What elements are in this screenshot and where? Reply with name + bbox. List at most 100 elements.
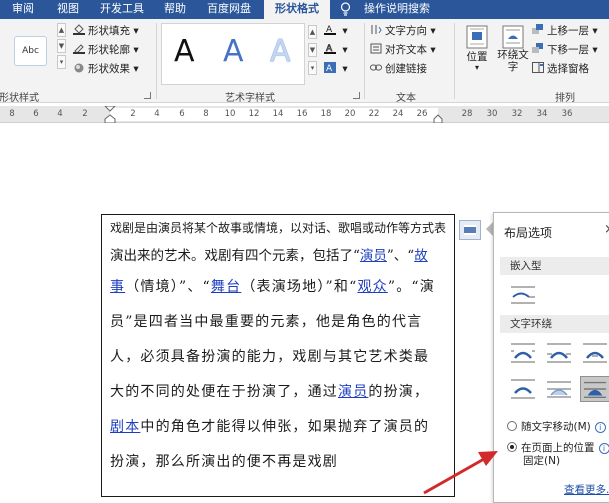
in-front-of-text-option[interactable] <box>580 376 609 402</box>
text-run: 的扮演， <box>368 384 430 400</box>
ribbon-tab-bar: 审阅 视图 开发工具 帮助 百度网盘 形状格式 操作说明搜索 <box>0 0 609 19</box>
create-link-button[interactable]: 创建链接 <box>370 62 427 77</box>
ruler-tick: 14 <box>272 109 284 119</box>
text-run: （情境）”、“ <box>125 279 211 295</box>
align-text-button[interactable]: 对齐文本 ▾ <box>370 43 436 58</box>
wordart-gallery-more[interactable]: ▾ <box>308 61 317 75</box>
text-run: ”。“演 <box>387 279 435 295</box>
hyperlink-stage[interactable]: 舞台 <box>211 279 241 295</box>
selection-pane-button[interactable]: 选择窗格 <box>532 62 589 77</box>
selection-pane-label: 选择窗格 <box>547 63 589 75</box>
tab-view[interactable]: 视图 <box>46 0 90 19</box>
text-effects-button[interactable]: A ▾ <box>324 62 348 77</box>
wordart-gallery-down[interactable]: ▼ <box>308 43 317 57</box>
lightbulb-icon <box>340 2 351 16</box>
tight-wrap-icon[interactable] <box>544 340 574 366</box>
text-direction-button[interactable]: 文字方向 ▾ <box>370 24 436 39</box>
ruler-tick: 28 <box>461 109 473 119</box>
wrap-text-icon <box>502 25 524 49</box>
shape-styles-launcher[interactable] <box>144 92 151 99</box>
behind-text-icon[interactable] <box>544 376 574 402</box>
indent-marker-icon[interactable] <box>104 106 116 123</box>
shape-outline-button[interactable]: 形状轮廓 ▾ <box>73 43 139 58</box>
ruler-tick: 20 <box>344 109 356 119</box>
ruler-tick: 2 <box>130 109 136 119</box>
info-icon[interactable]: i <box>594 422 606 433</box>
wordart-style-black[interactable]: A <box>174 34 195 70</box>
text-effects-icon: A <box>324 62 336 73</box>
shape-fill-label: 形状填充 <box>88 25 130 37</box>
right-indent-marker-icon[interactable] <box>433 114 443 123</box>
hyperlink-story[interactable]: 故 <box>414 248 428 264</box>
position-icon <box>466 25 488 49</box>
shape-style-preview[interactable]: Abc <box>14 36 47 66</box>
text-line: 事（情境）”、“舞台（表演场地）”和“观众”。“演 <box>110 276 435 296</box>
link-icon <box>370 64 382 71</box>
group-label-arrange: 排列 <box>555 93 575 104</box>
effects-icon <box>74 63 84 73</box>
ruler-tick: 16 <box>296 109 308 119</box>
ribbon: Abc ▲ ▼ ▾ 形状填充 ▾ 形状轮廓 ▾ 形状效果 ▾ 形状样式 A A … <box>0 19 609 104</box>
tell-me-search[interactable]: 操作说明搜索 <box>357 0 437 19</box>
gallery-more-button[interactable]: ▾ <box>57 55 66 69</box>
shape-fill-button[interactable]: 形状填充 ▾ <box>73 24 139 39</box>
section-text-wrapping: 文字环绕 <box>500 315 609 333</box>
tab-baidu-netdisk[interactable]: 百度网盘 <box>198 0 260 19</box>
layout-options-panel: 布局选项 × 嵌入型 文字环绕 <box>493 212 609 503</box>
text-run: 中的角色才能得以伸张，如果抛弃了演员的 <box>140 419 430 435</box>
tab-shape-format[interactable]: 形状格式 <box>264 0 330 19</box>
hyperlink-audience[interactable]: 观众 <box>357 279 387 295</box>
hyperlink-script[interactable]: 剧本 <box>110 419 140 435</box>
ruler-tick: 24 <box>392 109 404 119</box>
send-backward-button[interactable]: 下移一层 ▾ <box>532 43 598 58</box>
group-label-text: 文本 <box>396 93 416 104</box>
move-with-text-radio[interactable] <box>507 421 517 431</box>
shape-outline-label: 形状轮廓 <box>88 44 130 56</box>
move-with-text-option[interactable]: 随文字移动(M) i <box>507 419 606 434</box>
info-icon[interactable]: i <box>598 443 609 454</box>
gallery-up-button[interactable]: ▲ <box>57 23 66 37</box>
wordart-styles-launcher[interactable] <box>353 92 360 99</box>
ruler-tick: 2 <box>82 109 88 119</box>
text-run: ”、“ <box>386 248 415 264</box>
wordart-style-outline[interactable]: A <box>270 34 291 70</box>
inline-wrap-icon[interactable] <box>508 282 538 308</box>
wordart-style-blue[interactable]: A <box>223 34 244 70</box>
square-wrap-icon[interactable] <box>508 340 538 366</box>
see-more-link[interactable]: 查看更多... <box>564 482 609 497</box>
ruler-tick: 6 <box>179 109 185 119</box>
ruler-tick: 22 <box>368 109 380 119</box>
align-text-icon <box>370 43 382 54</box>
shape-effects-button[interactable]: 形状效果 ▾ <box>73 62 139 77</box>
tab-review[interactable]: 审阅 <box>0 0 46 19</box>
hyperlink-actor-2[interactable]: 演员 <box>338 384 368 400</box>
panel-pointer <box>486 222 493 236</box>
bring-forward-button[interactable]: 上移一层 ▾ <box>532 24 598 39</box>
group-label-shape-styles: 形状样式 <box>0 93 39 104</box>
ruler-tick: 8 <box>203 109 209 119</box>
text-box[interactable]: 戏剧是由演员将某个故事或情境，以对话、歌唱或动作等方式表 演出来的艺术。戏剧有四… <box>101 214 455 497</box>
close-icon[interactable]: × <box>604 222 609 237</box>
top-bottom-wrap-icon[interactable] <box>508 376 538 402</box>
text-line: 扮演，那么所演出的便不再是戏剧 <box>110 454 338 470</box>
through-wrap-icon[interactable] <box>580 340 609 366</box>
fix-position-radio[interactable] <box>507 442 517 452</box>
fix-position-label-2: 固定(N) <box>523 455 561 467</box>
text-outline-button[interactable]: A ▾ <box>324 43 348 58</box>
wrap-text-button[interactable]: 环绕文 字 <box>494 25 532 73</box>
tab-developer[interactable]: 开发工具 <box>92 0 152 19</box>
wrap-text-label-1: 环绕文 <box>497 49 529 61</box>
layout-options-button[interactable] <box>459 220 481 240</box>
wordart-gallery: A A A <box>161 23 305 85</box>
hyperlink-actor[interactable]: 演员 <box>360 248 387 264</box>
shape-effects-label: 形状效果 <box>88 63 130 75</box>
wordart-gallery-up[interactable]: ▲ <box>308 25 317 39</box>
tab-help[interactable]: 帮助 <box>154 0 196 19</box>
in-front-of-text-icon <box>583 381 607 398</box>
hyperlink-story-cont[interactable]: 事 <box>110 279 125 295</box>
position-button[interactable]: 位置 ▾ <box>462 25 492 72</box>
gallery-down-button[interactable]: ▼ <box>57 39 66 53</box>
text-fill-button[interactable]: A ▾ <box>324 24 348 39</box>
ruler-tick: 36 <box>561 109 573 119</box>
horizontal-ruler[interactable]: 8 6 4 2 2 4 6 8 10 12 14 16 18 20 22 24 … <box>0 106 609 123</box>
